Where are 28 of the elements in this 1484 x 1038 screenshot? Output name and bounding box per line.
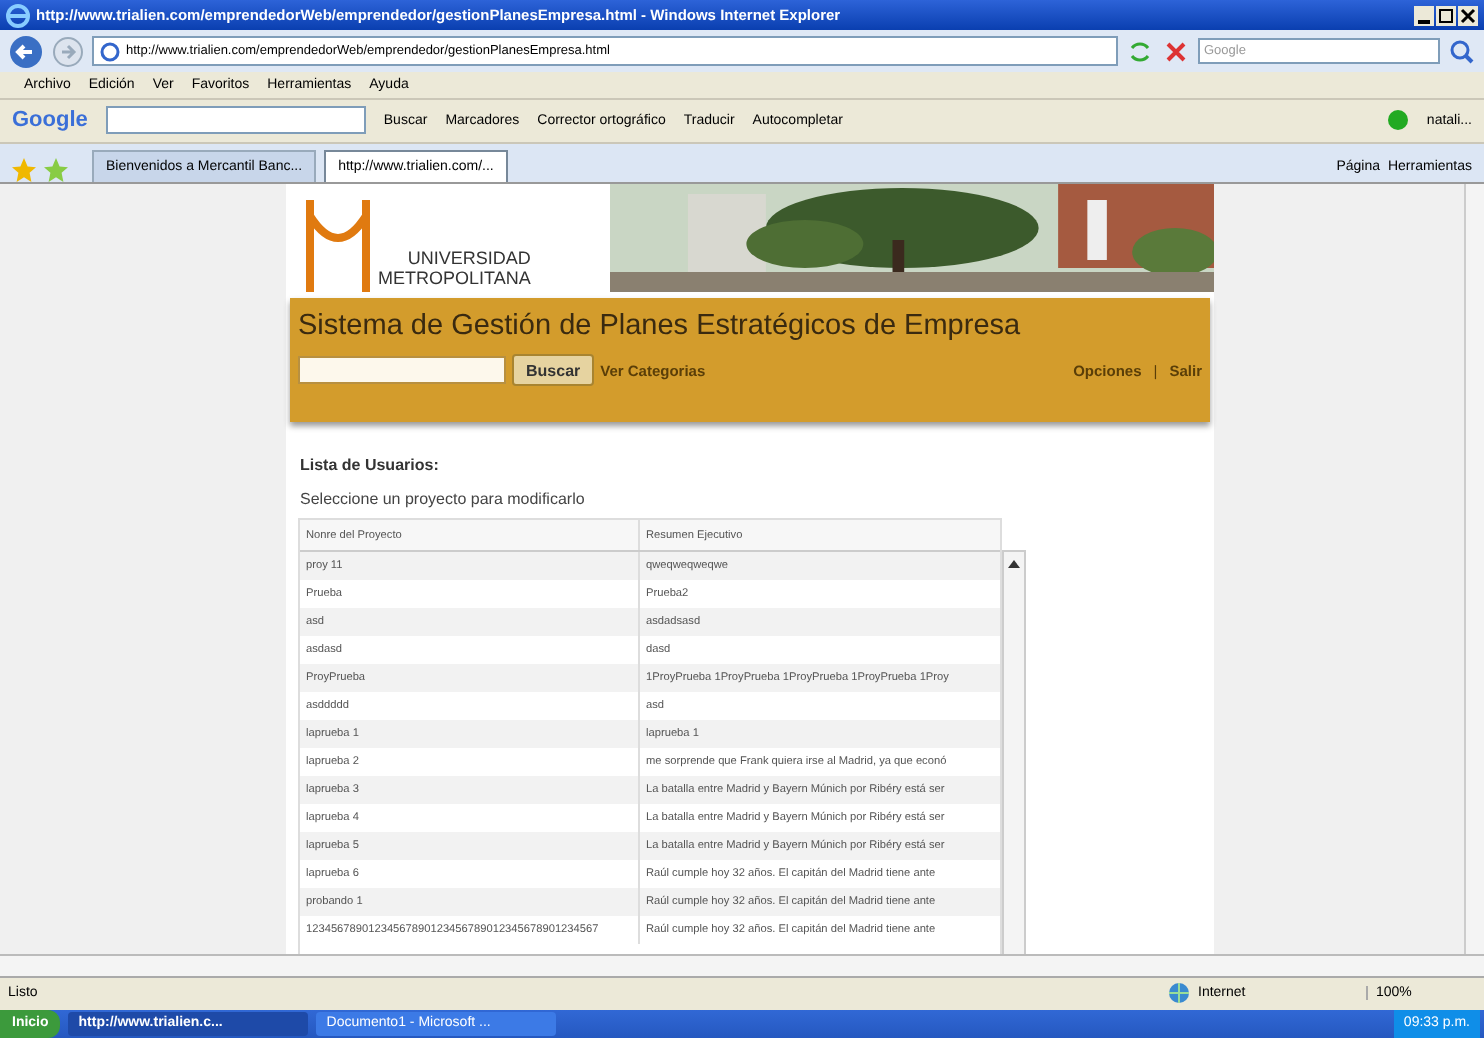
refresh-icon[interactable] (1126, 37, 1154, 66)
university-name: METROPOLITANA (378, 268, 531, 289)
globe-icon (1168, 982, 1190, 1005)
back-icon[interactable] (8, 33, 44, 70)
star-icon[interactable] (12, 158, 36, 183)
minimize-icon[interactable] (1414, 5, 1434, 26)
toolbar-search-field[interactable] (105, 106, 366, 135)
stop-icon[interactable] (1162, 37, 1190, 66)
browser-icon (6, 3, 30, 28)
search-field[interactable] (298, 356, 506, 385)
system-title: Sistema de Gestión de Planes Estratégicos de Empresa (298, 310, 1023, 343)
add-favorite-icon[interactable] (44, 158, 68, 183)
university-name: UNIVERSIDAD (407, 248, 531, 269)
vertical-scrollbar[interactable] (1464, 184, 1484, 955)
close-icon[interactable] (1458, 5, 1478, 26)
section-title: Lista de Usuarios: (300, 456, 441, 475)
maximize-icon[interactable] (1436, 5, 1456, 26)
search-button[interactable]: Buscar (512, 354, 595, 387)
search-icon[interactable] (1448, 37, 1476, 66)
horizontal-scrollbar[interactable] (0, 954, 1484, 976)
google-logo: Google (12, 108, 88, 133)
scroll-up-icon[interactable] (1006, 556, 1022, 573)
scrollbar[interactable] (1002, 550, 1026, 955)
university-logo-icon (302, 200, 374, 293)
instruction-text: Seleccione un proyecto para modificarlo (300, 490, 587, 509)
status-dot-icon (1388, 110, 1409, 131)
page-icon (100, 41, 120, 62)
forward-icon[interactable] (52, 35, 84, 68)
